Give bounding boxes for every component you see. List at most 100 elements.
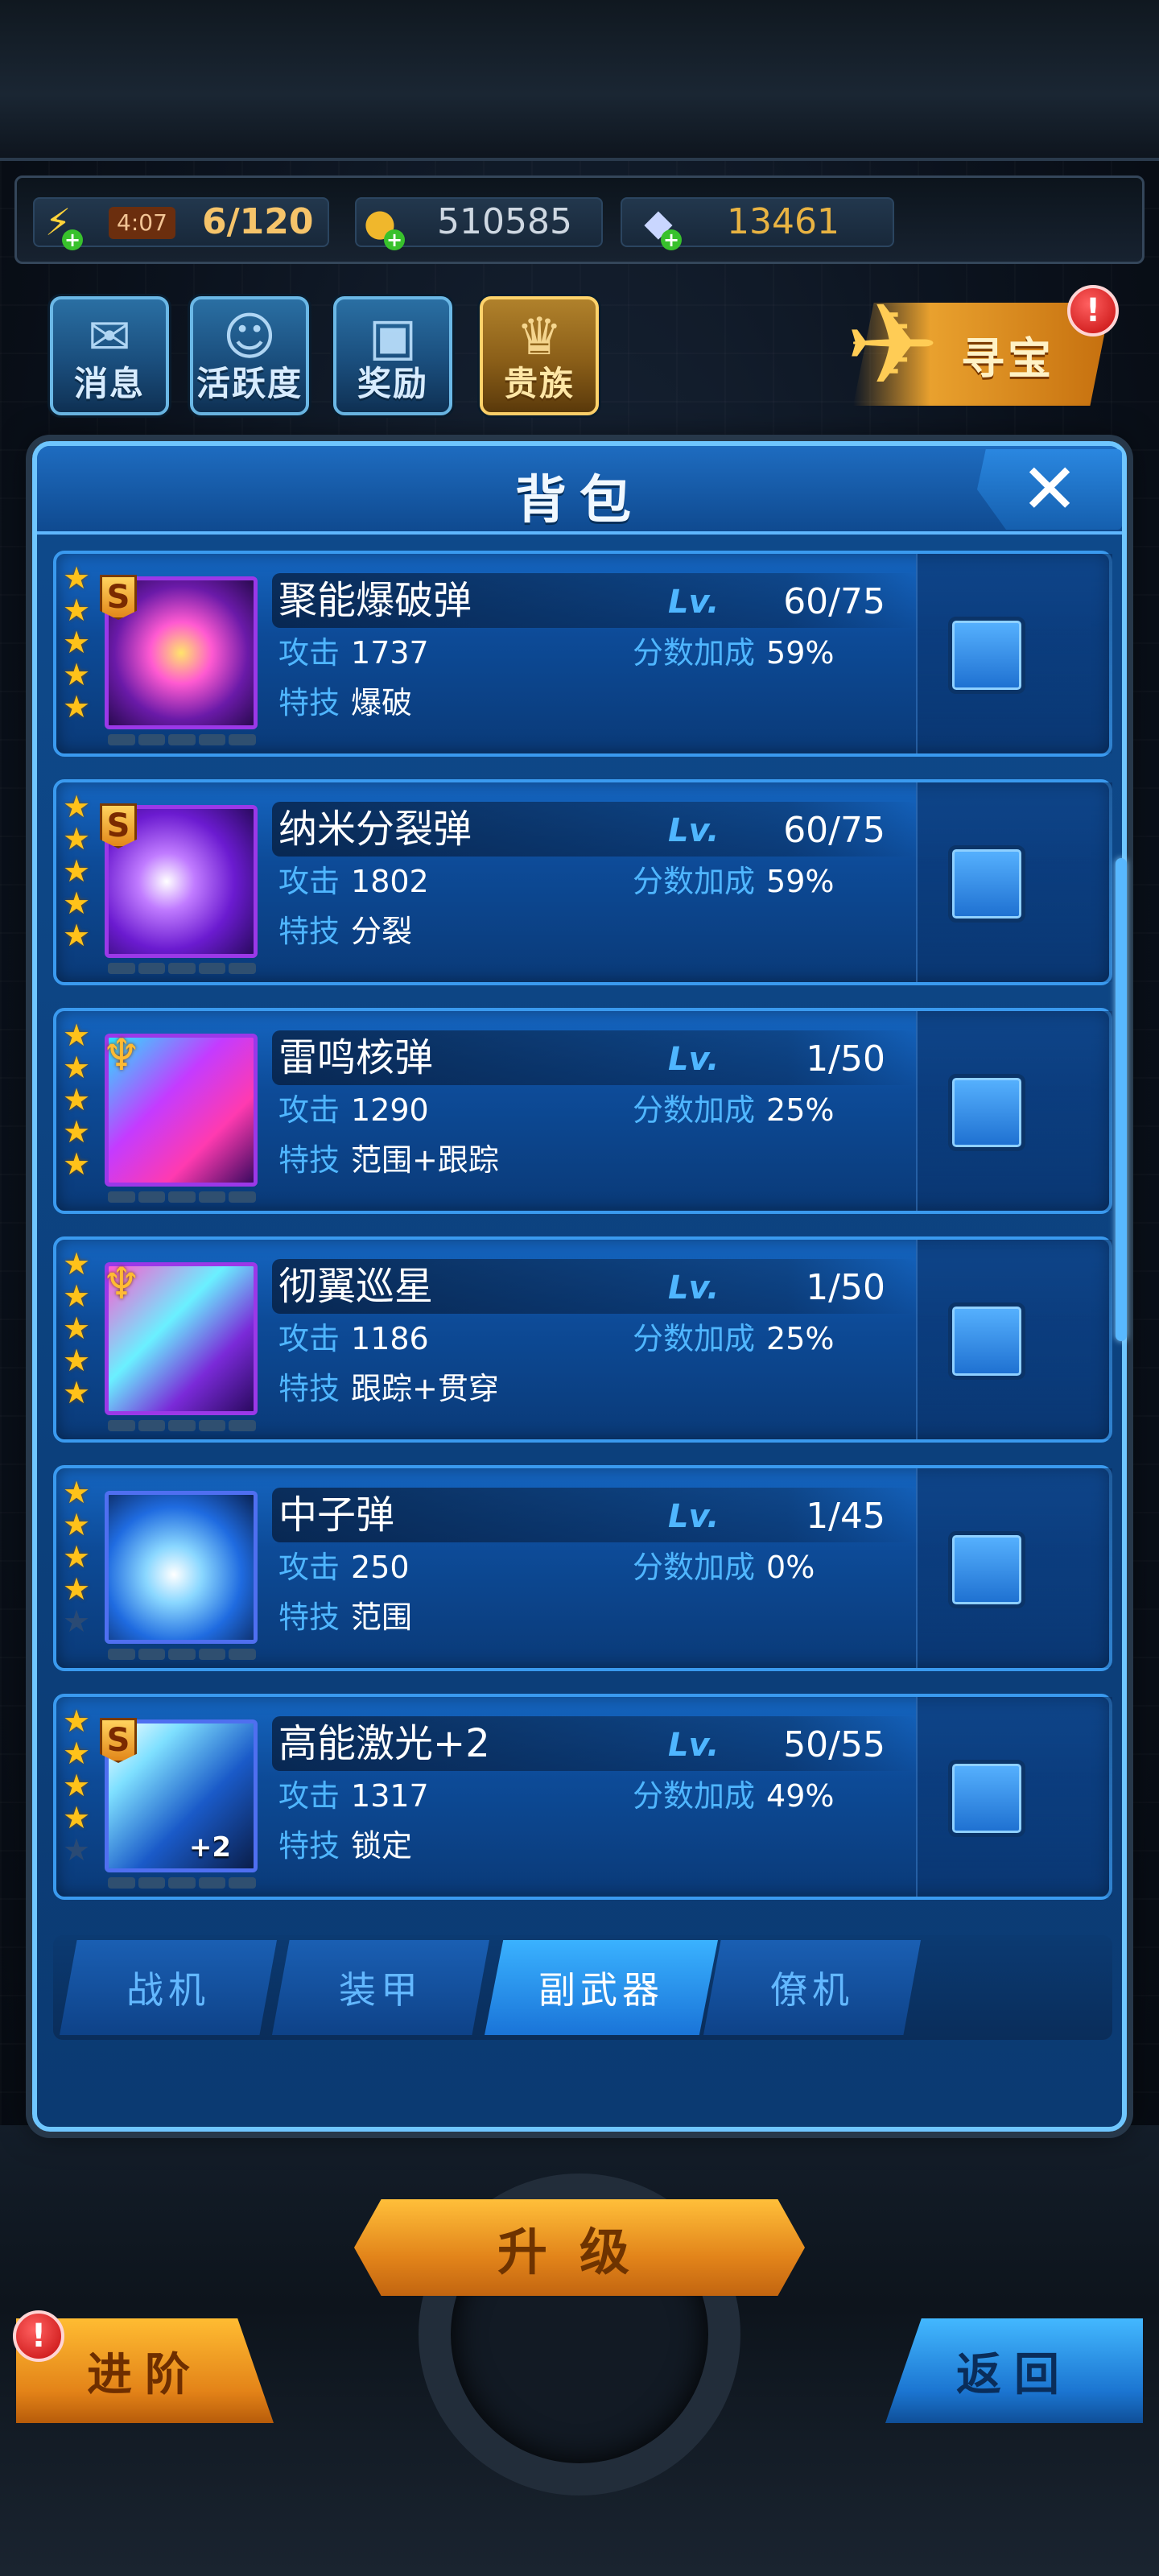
gem-value: 13461 [727,201,839,242]
star-icon: ★ [63,853,91,889]
skill-value: 范围+跟踪 [351,1142,499,1178]
vip-button[interactable]: ♛ 贵族 [480,296,599,415]
star-icon: ★ [63,1832,91,1868]
weapon-name: 纳米分裂弹 [278,807,472,852]
item-card[interactable]: ★ ★ ★ ★ ★ ♆ 雷鸣核弹 Lv. 1/50 攻击 1290 分数加成 25% 特技 范围+跟踪 [53,1008,1112,1214]
star-icon: ★ [63,1507,91,1542]
skill-value: 爆破 [351,685,413,720]
skill-row: 特技 范围+跟踪 [278,1140,499,1180]
tab-fighter[interactable]: 战机 [60,1940,277,2035]
item-card[interactable]: ★ ★ ★ ★ ★ 中子弹 Lv. 1/45 攻击 250 分数加成 0% 特技 范围 [53,1465,1112,1671]
star-icon: ★ [63,789,91,824]
skill-label: 特技 [278,1828,340,1864]
attack-label: 攻击 [278,1550,340,1585]
attack-label: 攻击 [278,635,340,671]
gold-resource[interactable]: ● + 510585 [355,197,603,250]
star-icon: ★ [63,1539,91,1575]
select-checkbox[interactable] [948,1531,1025,1608]
item-card[interactable]: ★ ★ ★ ★ ★ ♆ 彻翼巡星 Lv. 1/50 攻击 1186 分数加成 25% 特技 跟踪+贯穿 [53,1236,1112,1443]
select-checkbox[interactable] [948,845,1025,923]
level-value: 60/75 [783,810,885,851]
attack-value: 1290 [351,1092,429,1128]
energy-resource[interactable]: ⚡ + 4:07 6/120 [33,197,329,250]
panel-header: 背包 ✕ [37,446,1122,535]
bonus-label: 分数加成 [633,635,756,671]
activity-button[interactable]: ☺ 活跃度 [190,296,309,415]
select-checkbox[interactable] [948,1302,1025,1380]
upgrade-slots [108,1420,256,1431]
star-icon: ★ [63,1375,91,1410]
skill-label: 特技 [278,685,340,720]
energy-value: 6/120 [202,201,314,242]
bonus-value: 59% [766,864,835,899]
star-icon: ★ [63,1018,91,1053]
upgrade-slots [108,963,256,974]
add-energy-icon[interactable]: + [62,229,83,250]
gem-resource[interactable]: ◆ + 13461 [621,197,894,250]
bonus-row: 分数加成 0% [633,1547,815,1587]
skill-row: 特技 跟踪+贯穿 [278,1368,499,1409]
attack-row: 攻击 250 [278,1547,410,1587]
item-card[interactable]: ★ ★ ★ ★ ★ +2 S 高能激光+2 Lv. 50/55 攻击 1317 分数加成 49% 特技 锁定 [53,1694,1112,1900]
inventory-panel: 背包 ✕ ★ ★ ★ ★ ★ S 聚能爆破弹 Lv. 60/75 攻击 1737 分数加成 59% 特技爆… [32,441,1127,2132]
bonus-label: 分数加成 [633,864,756,899]
grade-s-icon: S [100,575,137,620]
attack-label: 攻击 [278,864,340,899]
rewards-button[interactable]: ▣ 奖励 [333,296,452,415]
select-checkbox[interactable] [948,1074,1025,1151]
attack-value: 1737 [351,635,429,671]
grade-s-icon: S [100,1718,137,1763]
bonus-row: 分数加成 59% [633,633,834,673]
upgrade-slots [108,1191,256,1203]
star-icon: ★ [63,1343,91,1378]
item-card[interactable]: ★ ★ ★ ★ ★ S 纳米分裂弹 Lv. 60/75 攻击 1802 分数加成 59% 特技 分裂 [53,779,1112,985]
upgrade-button[interactable]: 升级 [354,2199,805,2296]
upgrade-slots [108,1877,256,1889]
attack-label: 攻击 [278,1092,340,1128]
messages-button[interactable]: ✉ 消息 [50,296,169,415]
back-button[interactable]: 返回 [885,2318,1143,2423]
advance-alert-badge: ! [13,2310,64,2362]
item-list[interactable]: ★ ★ ★ ★ ★ S 聚能爆破弹 Lv. 60/75 攻击 1737 分数加成 59% 特技 爆破 ★ ★ ★ ★… [53,551,1112,1911]
level-label: Lv. [668,1041,720,1078]
attack-row: 攻击 1737 [278,633,429,673]
select-checkbox[interactable] [948,617,1025,694]
level-value: 60/75 [783,581,885,622]
star-icon: ★ [63,1703,91,1739]
star-icon: ★ [63,1311,91,1346]
skill-label: 特技 [278,1142,340,1178]
close-icon: ✕ [1020,449,1079,530]
add-gem-icon[interactable]: + [661,229,682,250]
close-button[interactable]: ✕ [977,449,1122,530]
star-rating: ★ ★ ★ ★ ★ [63,562,95,723]
wing-grade-icon: ♆ [101,1258,142,1309]
scrollbar[interactable] [1116,858,1127,1341]
attack-row: 攻击 1802 [278,861,429,902]
star-icon: ★ [63,1736,91,1771]
add-gold-icon[interactable]: + [384,229,405,250]
skill-label: 特技 [278,1371,340,1406]
star-icon: ★ [63,1768,91,1803]
bonus-value: 0% [766,1550,815,1585]
star-icon: ★ [63,657,91,692]
select-checkbox[interactable] [948,1760,1025,1837]
star-icon: ★ [63,1571,91,1607]
attack-value: 1802 [351,864,429,899]
wing-grade-icon: ♆ [101,1030,142,1080]
weapon-name: 聚能爆破弹 [278,578,472,623]
skill-row: 特技 范围 [278,1597,412,1637]
bonus-row: 分数加成 25% [633,1319,834,1359]
weapon-name: 彻翼巡星 [278,1264,434,1309]
weapon-thumbnail[interactable] [105,1491,258,1644]
tab-armor[interactable]: 装甲 [272,1940,489,2035]
star-rating: ★ ★ ★ ★ ★ [63,791,95,952]
level-label: Lv. [668,584,720,621]
skill-row: 特技 爆破 [278,683,412,723]
bonus-value: 49% [766,1778,835,1814]
attack-value: 1186 [351,1321,429,1356]
treasure-alert-badge: ! [1067,285,1119,336]
tab-secondary-weapon[interactable]: 副武器 [485,1940,718,2035]
tab-wingman[interactable]: 僚机 [703,1940,921,2035]
star-icon: ★ [63,592,91,628]
item-card[interactable]: ★ ★ ★ ★ ★ S 聚能爆破弹 Lv. 60/75 攻击 1737 分数加成 59% 特技 爆破 [53,551,1112,757]
